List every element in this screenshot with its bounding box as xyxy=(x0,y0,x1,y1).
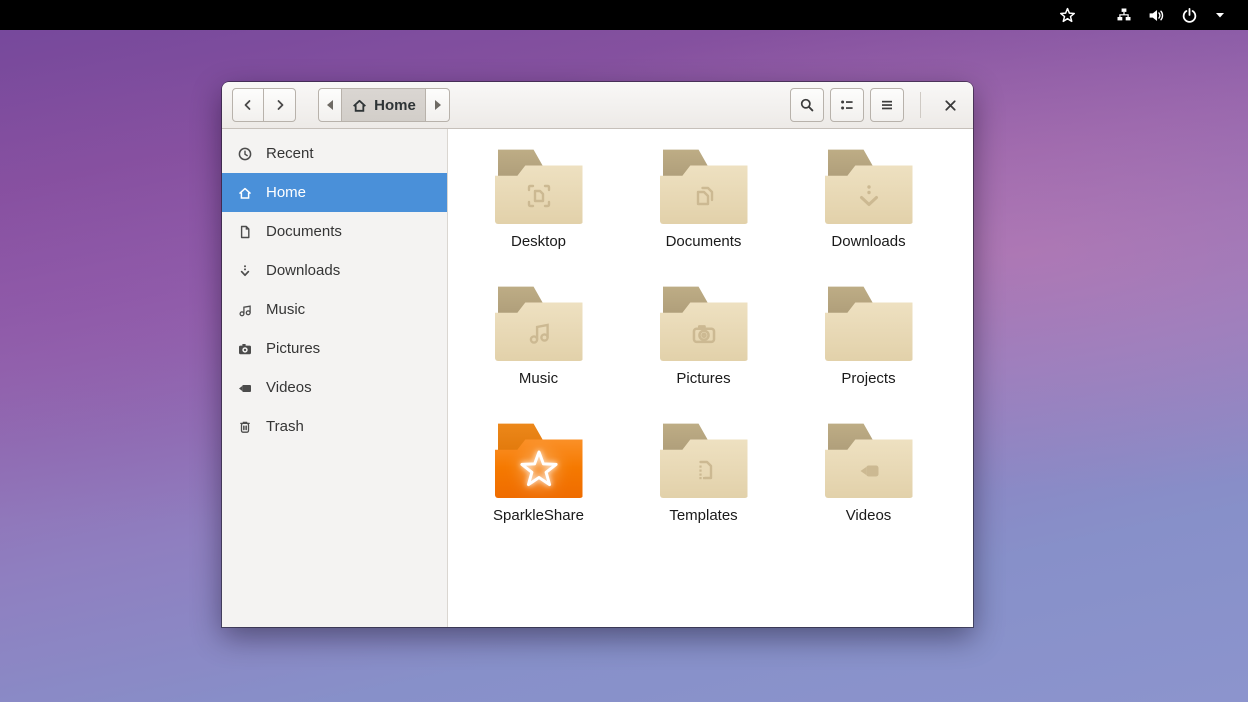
folder-item-pictures[interactable]: Pictures xyxy=(621,282,786,419)
sidebar-item-home[interactable]: Home xyxy=(222,173,447,212)
path-segment-home[interactable]: Home xyxy=(342,88,426,122)
sidebar-item-label: Downloads xyxy=(266,262,340,279)
desktop-emblem-icon xyxy=(521,178,557,214)
downloads-emblem-icon xyxy=(851,178,887,214)
folder-grid: Desktop Documents Downloads xyxy=(456,145,973,556)
menu-button[interactable] xyxy=(870,88,904,122)
path-bar: Home xyxy=(318,88,450,122)
sidebar-item-label: Pictures xyxy=(266,340,320,357)
folder-label: SparkleShare xyxy=(493,507,584,524)
folder-label: Videos xyxy=(846,507,892,524)
history-nav-group xyxy=(232,88,296,122)
home-icon xyxy=(351,97,368,114)
places-sidebar: Recent Home Documents Downloads Music Pi xyxy=(222,129,448,627)
list-view-icon xyxy=(839,97,855,113)
music-emblem-icon xyxy=(521,315,557,351)
document-icon xyxy=(237,224,253,240)
trash-icon xyxy=(237,419,253,435)
volume-icon[interactable] xyxy=(1140,0,1173,30)
view-list-button[interactable] xyxy=(830,88,864,122)
triangle-left-icon xyxy=(327,100,333,110)
search-button[interactable] xyxy=(790,88,824,122)
folder-label: Projects xyxy=(841,370,895,387)
folder-item-desktop[interactable]: Desktop xyxy=(456,145,621,282)
file-manager-window: Home Recent xyxy=(222,82,973,627)
close-icon xyxy=(943,98,958,113)
folder-item-templates[interactable]: Templates xyxy=(621,419,786,556)
sidebar-item-label: Trash xyxy=(266,418,304,435)
templates-emblem-icon xyxy=(686,452,722,488)
folder-item-projects[interactable]: Projects xyxy=(786,282,951,419)
folder-label: Documents xyxy=(666,233,742,250)
folder-label: Templates xyxy=(669,507,737,524)
folder-item-music[interactable]: Music xyxy=(456,282,621,419)
folder-icon xyxy=(495,145,583,224)
titlebar-actions xyxy=(790,88,963,122)
folder-label: Music xyxy=(519,370,558,387)
sidebar-item-label: Home xyxy=(266,184,306,201)
folder-icon xyxy=(495,419,583,498)
folder-icon xyxy=(660,282,748,361)
folder-icon xyxy=(825,282,913,361)
folder-item-downloads[interactable]: Downloads xyxy=(786,145,951,282)
sidebar-item-pictures[interactable]: Pictures xyxy=(222,329,447,368)
triangle-right-icon xyxy=(435,100,441,110)
back-button[interactable] xyxy=(232,88,264,122)
top-system-bar xyxy=(0,0,1248,30)
star-emblem-icon xyxy=(517,447,561,491)
network-icon[interactable] xyxy=(1108,0,1140,30)
sidebar-item-label: Documents xyxy=(266,223,342,240)
folder-icon xyxy=(825,419,913,498)
sidebar-item-label: Videos xyxy=(266,379,312,396)
path-current-label: Home xyxy=(374,97,416,114)
hamburger-icon xyxy=(879,97,895,113)
star-icon[interactable] xyxy=(1051,0,1084,30)
folder-item-videos[interactable]: Videos xyxy=(786,419,951,556)
search-icon xyxy=(799,97,815,113)
folder-label: Pictures xyxy=(676,370,730,387)
file-view: Desktop Documents Downloads xyxy=(448,129,973,627)
folder-icon xyxy=(660,419,748,498)
sidebar-item-documents[interactable]: Documents xyxy=(222,212,447,251)
music-note-icon xyxy=(237,302,253,318)
sidebar-item-label: Music xyxy=(266,301,305,318)
download-icon xyxy=(237,263,253,279)
videos-emblem-icon xyxy=(851,452,887,488)
video-camera-icon xyxy=(237,380,253,396)
camera-emblem-icon xyxy=(685,315,723,353)
titlebar-separator xyxy=(920,92,921,118)
sidebar-item-recent[interactable]: Recent xyxy=(222,134,447,173)
sidebar-item-videos[interactable]: Videos xyxy=(222,368,447,407)
window-content: Recent Home Documents Downloads Music Pi xyxy=(222,129,973,627)
folder-icon xyxy=(825,145,913,224)
sidebar-item-trash[interactable]: Trash xyxy=(222,407,447,446)
sidebar-item-label: Recent xyxy=(266,145,314,162)
path-forward-button[interactable] xyxy=(426,88,450,122)
folder-item-sparkleshare[interactable]: SparkleShare xyxy=(456,419,621,556)
home-icon xyxy=(237,185,253,201)
camera-icon xyxy=(237,341,253,357)
path-back-button[interactable] xyxy=(318,88,342,122)
folder-icon xyxy=(495,282,583,361)
folder-item-documents[interactable]: Documents xyxy=(621,145,786,282)
clock-icon xyxy=(237,146,253,162)
window-titlebar[interactable]: Home xyxy=(222,82,973,129)
folder-label: Downloads xyxy=(831,233,905,250)
forward-button[interactable] xyxy=(264,88,296,122)
sidebar-item-downloads[interactable]: Downloads xyxy=(222,251,447,290)
close-button[interactable] xyxy=(937,92,963,118)
power-icon[interactable] xyxy=(1173,0,1206,30)
folder-icon xyxy=(660,145,748,224)
caret-down-icon[interactable] xyxy=(1206,0,1234,30)
documents-emblem-icon xyxy=(686,178,722,214)
folder-label: Desktop xyxy=(511,233,566,250)
sidebar-item-music[interactable]: Music xyxy=(222,290,447,329)
